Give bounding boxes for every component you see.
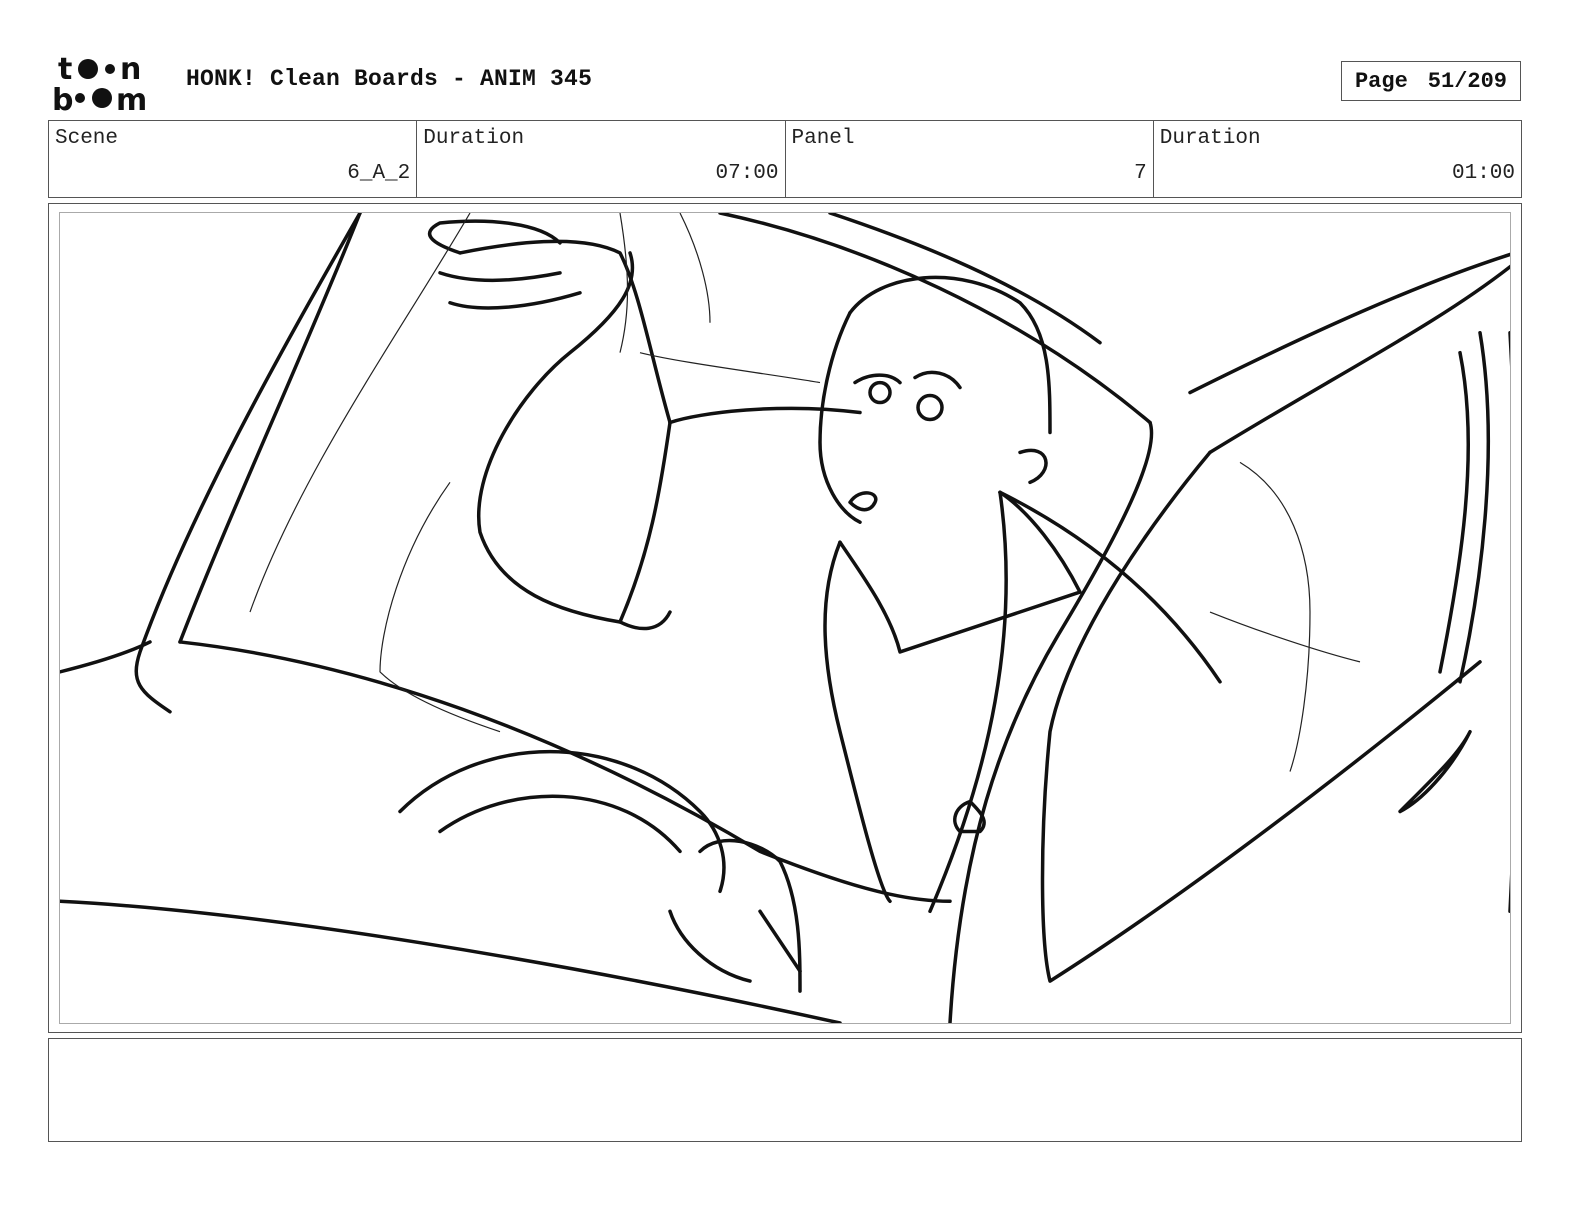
panel-label: Panel <box>791 127 855 150</box>
page-indicator: Page 51/209 <box>1341 61 1521 101</box>
page-label: Page <box>1354 68 1408 94</box>
scene-label: Scene <box>55 127 119 150</box>
panel-cell: Panel 7 <box>784 121 1153 197</box>
scene-duration-label: Duration <box>423 127 525 150</box>
svg-text:t: t <box>58 52 72 87</box>
panel-duration-value: 01:00 <box>1451 162 1515 185</box>
svg-text:m: m <box>116 83 147 114</box>
panel-notes-box <box>48 1038 1522 1142</box>
storyboard-drawing-image <box>60 213 1510 1023</box>
scene-value: 6_A_2 <box>347 162 411 185</box>
info-bar: Scene 6_A_2 Duration 07:00 Panel 7 Durat… <box>48 120 1522 198</box>
svg-text:b: b <box>52 83 73 114</box>
panel-value: 7 <box>1134 162 1147 185</box>
panel-duration-cell: Duration 01:00 <box>1152 121 1521 197</box>
page-number: 51/209 <box>1427 68 1508 94</box>
toonboom-logo-icon: t n b m <box>50 50 166 118</box>
scene-cell: Scene 6_A_2 <box>49 121 416 197</box>
scene-duration-cell: Duration 07:00 <box>416 121 784 197</box>
scene-duration-value: 07:00 <box>715 162 779 185</box>
document-title: HONK! Clean Boards - ANIM 345 <box>186 66 593 92</box>
panel-duration-label: Duration <box>1159 127 1261 150</box>
svg-text:n: n <box>120 52 141 87</box>
storyboard-panel <box>48 203 1522 1033</box>
panel-drawing-area <box>59 212 1511 1024</box>
